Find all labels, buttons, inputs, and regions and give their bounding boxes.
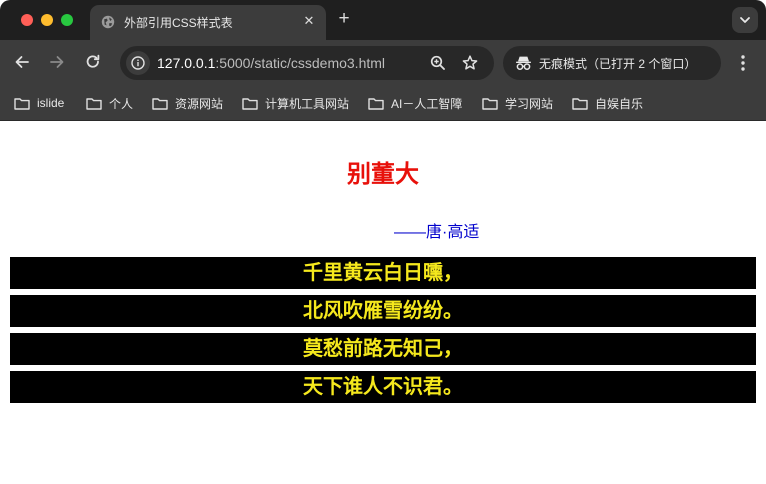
site-info-button[interactable]	[126, 51, 150, 75]
bookmark-folder[interactable]: 个人	[86, 92, 133, 114]
bookmark-label: 个人	[109, 96, 134, 111]
new-tab-button[interactable]: +	[335, 9, 353, 28]
bookmark-folder[interactable]: 计算机工具网站	[242, 92, 349, 114]
folder-icon	[482, 97, 498, 110]
incognito-badge[interactable]: 无痕模式（已打开 2 个窗口）	[503, 46, 721, 80]
bookmark-label: AI－人工智障	[391, 96, 463, 111]
poem-line: 天下谁人不识君。	[10, 371, 756, 403]
info-icon	[131, 56, 145, 70]
bookmark-folder[interactable]: islide	[14, 92, 64, 114]
bookmark-label: 资源网站	[175, 96, 224, 111]
toolbar: 127.0.0.1:5000/static/cssdemo3.html 无痕模式…	[0, 40, 766, 86]
bookmark-label: 自娱自乐	[595, 96, 644, 111]
close-window-button[interactable]	[21, 14, 33, 26]
more-menu-icon[interactable]	[736, 52, 750, 74]
bookmarks-bar: islide 个人 资源网站 计算机工具网站 AI－人工智障 学习网站 自娱自乐	[0, 86, 766, 121]
folder-icon	[368, 97, 384, 110]
folder-icon	[242, 97, 258, 110]
address-bar[interactable]: 127.0.0.1:5000/static/cssdemo3.html	[120, 46, 494, 80]
tab-search-button[interactable]	[732, 7, 758, 33]
poem-line: 北风吹雁雪纷纷。	[10, 295, 756, 327]
globe-icon	[101, 15, 115, 29]
bookmark-label: islide	[37, 96, 65, 110]
page-content: 别董大 ——唐·高适 千里黄云白日曛， 北风吹雁雪纷纷。 莫愁前路无知己， 天下…	[0, 121, 766, 484]
bookmark-label: 学习网站	[505, 96, 554, 111]
chevron-down-icon	[740, 17, 750, 23]
folder-icon	[572, 97, 588, 110]
browser-window: 外部引用CSS样式表 ✕ + 127.0.0.1:5000/static/css…	[0, 0, 766, 484]
bookmark-folder[interactable]: AI－人工智障	[368, 92, 462, 114]
forward-arrow-icon[interactable]	[48, 53, 66, 71]
poem-title: 别董大	[347, 161, 419, 188]
incognito-icon	[516, 56, 531, 70]
poem-line: 千里黄云白日曛，	[10, 257, 756, 289]
tab-title: 外部引用CSS样式表	[124, 16, 233, 30]
minimize-window-button[interactable]	[41, 14, 53, 26]
url-text[interactable]: 127.0.0.1:5000/static/cssdemo3.html	[157, 55, 385, 71]
bookmark-star-icon[interactable]	[461, 54, 479, 72]
zoom-icon[interactable]	[429, 54, 447, 72]
poem-line: 莫愁前路无知己，	[10, 333, 756, 365]
tab-close-icon[interactable]: ✕	[300, 12, 318, 30]
poem-author: ——唐·高适	[394, 224, 480, 241]
folder-icon	[14, 97, 30, 110]
folder-icon	[86, 97, 102, 110]
tab-strip: 外部引用CSS样式表 ✕ +	[0, 0, 766, 40]
incognito-label: 无痕模式（已打开 2 个窗口）	[539, 57, 697, 71]
bookmark-folder[interactable]: 学习网站	[482, 92, 553, 114]
url-host: 127.0.0.1	[157, 55, 216, 71]
url-path: :5000/static/cssdemo3.html	[215, 55, 386, 71]
bookmark-label: 计算机工具网站	[265, 96, 350, 111]
bookmark-folder[interactable]: 资源网站	[152, 92, 223, 114]
back-arrow-icon[interactable]	[13, 53, 31, 71]
reload-icon[interactable]	[84, 53, 102, 71]
folder-icon	[152, 97, 168, 110]
active-tab[interactable]: 外部引用CSS样式表 ✕	[90, 5, 326, 40]
maximize-window-button[interactable]	[61, 14, 73, 26]
bookmark-folder[interactable]: 自娱自乐	[572, 92, 643, 114]
